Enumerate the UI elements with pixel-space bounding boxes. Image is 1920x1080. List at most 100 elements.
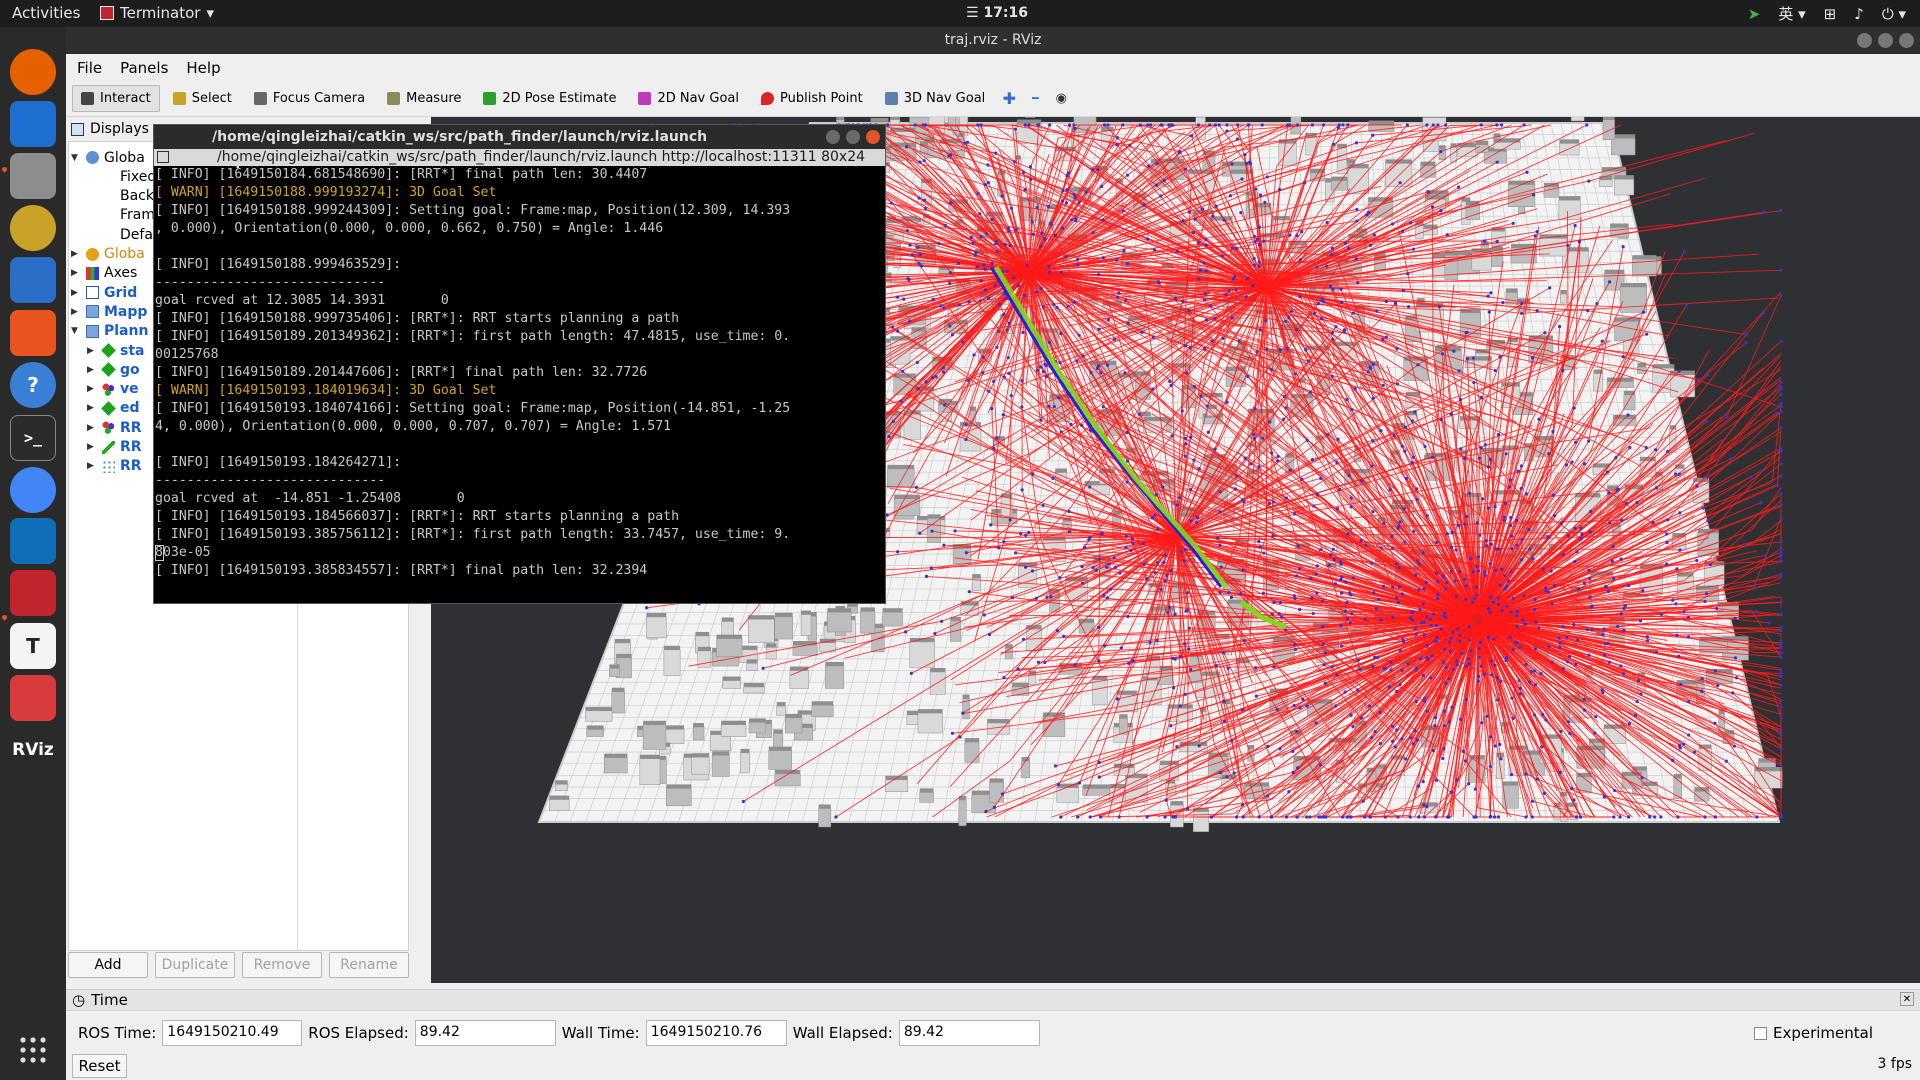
files-icon[interactable]: [10, 153, 56, 199]
tree-row[interactable]: ▶ RR: [87, 457, 142, 476]
tool-3d-nav-goal[interactable]: 3D Nav Goal: [876, 85, 995, 112]
libreoffice-writer-icon[interactable]: [10, 257, 56, 303]
collapsed-arrow-icon[interactable]: ▶: [87, 384, 97, 394]
firefox-icon[interactable]: [10, 49, 56, 95]
wall-time-field[interactable]: 1649150210.76: [645, 1020, 787, 1046]
close-icon[interactable]: ✕: [1900, 992, 1914, 1006]
collapsed-arrow-icon[interactable]: ▶: [87, 365, 97, 375]
tree-label: ve: [120, 381, 139, 398]
screenshot-icon[interactable]: [10, 675, 56, 721]
tree-row[interactable]: ▶ Globa: [71, 245, 145, 264]
clock[interactable]: ☰ 17:16: [966, 5, 1028, 21]
tool-focus-camera[interactable]: Focus Camera: [245, 85, 374, 112]
collapsed-arrow-icon[interactable]: ▶: [71, 288, 81, 298]
chrome-icon[interactable]: [10, 467, 56, 513]
tree-row[interactable]: ▼ Plann: [71, 322, 148, 341]
tree-row[interactable]: ▶ RR: [87, 418, 142, 437]
terminal-tab-title[interactable]: /home/qingleizhai/catkin_ws/src/path_fin…: [154, 149, 885, 166]
menu-panels[interactable]: Panels: [120, 59, 168, 77]
app-menu-terminator[interactable]: Terminator ▾: [100, 4, 214, 22]
input-method-indicator[interactable]: 英 ▾: [1778, 3, 1805, 24]
tool-measure[interactable]: Measure: [378, 85, 470, 112]
ubuntu-software-icon[interactable]: [10, 310, 56, 356]
terminator-icon[interactable]: [10, 570, 56, 616]
experimental-checkbox[interactable]: Experimental: [1753, 1024, 1873, 1042]
terminal-line: [ INFO] [1649150189.201447606]: [RRT*] f…: [155, 365, 648, 380]
volume-icon[interactable]: ♪: [1854, 5, 1864, 23]
tree-row[interactable]: ▶ sta: [87, 341, 144, 360]
terminal-icon[interactable]: >_: [10, 415, 56, 461]
tool-2d-pose-estimate[interactable]: 2D Pose Estimate: [474, 85, 625, 112]
marker-array-icon: [102, 382, 115, 396]
remove-button[interactable]: Remove: [242, 952, 322, 978]
collapsed-arrow-icon[interactable]: ▶: [87, 423, 97, 433]
reset-button[interactable]: Reset: [72, 1054, 127, 1078]
minimize-button[interactable]: [1857, 33, 1872, 48]
rename-button[interactable]: Rename: [329, 952, 409, 978]
power-icon[interactable]: ⏻ ▾: [1882, 5, 1906, 23]
duplicate-button[interactable]: Duplicate: [155, 952, 235, 978]
terminal-window[interactable]: /home/qingleizhai/catkin_ws/src/path_fin…: [153, 124, 886, 604]
terminal-title-bar[interactable]: /home/qingleizhai/catkin_ws/src/path_fin…: [154, 125, 885, 169]
close-button[interactable]: [866, 130, 880, 144]
grid-layout-icon[interactable]: [157, 151, 169, 163]
tool-2d-nav-goal[interactable]: 2D Nav Goal: [629, 85, 748, 112]
tree-row[interactable]: ▼ Globa: [71, 148, 145, 167]
tree-label: Plann: [104, 323, 149, 340]
tree-row[interactable]: ▶ RR: [87, 438, 142, 457]
minimize-button[interactable]: [826, 130, 840, 144]
help-icon[interactable]: ?: [10, 362, 56, 408]
tool-publish-point[interactable]: Publish Point: [752, 85, 872, 112]
expanded-arrow-icon[interactable]: ▼: [71, 153, 81, 163]
tree-row[interactable]: ▶ Mapp: [71, 302, 147, 321]
publish-point-icon: [761, 92, 774, 105]
collapsed-arrow-icon[interactable]: ▶: [87, 461, 97, 471]
network-icon[interactable]: ⊞: [1824, 5, 1837, 23]
activities-button[interactable]: Activities: [12, 4, 80, 22]
terminal-output[interactable]: [ INFO] [1649150184.681548690]: [RRT*] f…: [154, 166, 885, 603]
rviz-icon[interactable]: RViz: [10, 727, 56, 773]
tool-select[interactable]: Select: [164, 85, 241, 112]
tool-interact[interactable]: Interact: [72, 85, 160, 112]
collapsed-arrow-icon[interactable]: ▶: [87, 346, 97, 356]
rhythmbox-icon[interactable]: [10, 205, 56, 251]
tree-row[interactable]: ▶ go: [87, 360, 140, 379]
send-icon[interactable]: ➤: [1748, 5, 1761, 23]
ros-time-field[interactable]: 1649150210.49: [162, 1020, 303, 1046]
collapsed-arrow-icon[interactable]: ▶: [71, 268, 81, 278]
collapsed-arrow-icon[interactable]: ▶: [87, 403, 97, 413]
ros-elapsed-field[interactable]: 89.42: [414, 1020, 556, 1046]
zoom-out-icon[interactable]: ━: [1024, 88, 1046, 110]
collapsed-arrow-icon[interactable]: ▶: [87, 442, 97, 452]
collapsed-arrow-icon[interactable]: ▶: [71, 249, 81, 259]
time-fields: ROS Time: 1649150210.49 ROS Elapsed: 89.…: [78, 1020, 1040, 1046]
rviz-title-bar[interactable]: traj.rviz - RViz: [66, 27, 1920, 54]
maximize-button[interactable]: [1878, 33, 1893, 48]
terminal-line: [ INFO] [1649150188.999463529]:: [155, 257, 402, 272]
tree-row[interactable]: ▶ ve: [87, 380, 139, 399]
typora-icon[interactable]: T: [10, 623, 56, 669]
terminal-line: [ WARN] [1649150193.184019634]: 3D Goal …: [155, 383, 497, 398]
expanded-arrow-icon[interactable]: ▼: [71, 326, 81, 336]
maximize-button[interactable]: [846, 130, 860, 144]
show-applications-icon[interactable]: [10, 1027, 56, 1073]
tree-row[interactable]: ▶ Grid: [71, 283, 137, 302]
tree-row[interactable]: ▶ ed: [87, 399, 140, 418]
tree-row[interactable]: Fixed: [87, 167, 156, 186]
menu-help[interactable]: Help: [186, 59, 220, 77]
checkbox-icon[interactable]: [1753, 1026, 1767, 1040]
view-dropdown-icon[interactable]: ◉: [1050, 88, 1072, 110]
tree-label: sta: [120, 342, 145, 359]
tree-row[interactable]: ▶ Axes: [71, 264, 137, 283]
tree-row[interactable]: Defau: [87, 225, 162, 244]
collapsed-arrow-icon[interactable]: ▶: [71, 307, 81, 317]
add-button[interactable]: Add: [68, 952, 148, 978]
vscode-icon[interactable]: [10, 518, 56, 564]
tree-row[interactable]: Backg: [87, 187, 163, 206]
menu-file[interactable]: File: [77, 59, 102, 77]
thunderbird-icon[interactable]: [10, 101, 56, 147]
zoom-in-icon[interactable]: ✚: [998, 88, 1020, 110]
close-button[interactable]: [1899, 33, 1914, 48]
wall-elapsed-field[interactable]: 89.42: [898, 1020, 1040, 1046]
